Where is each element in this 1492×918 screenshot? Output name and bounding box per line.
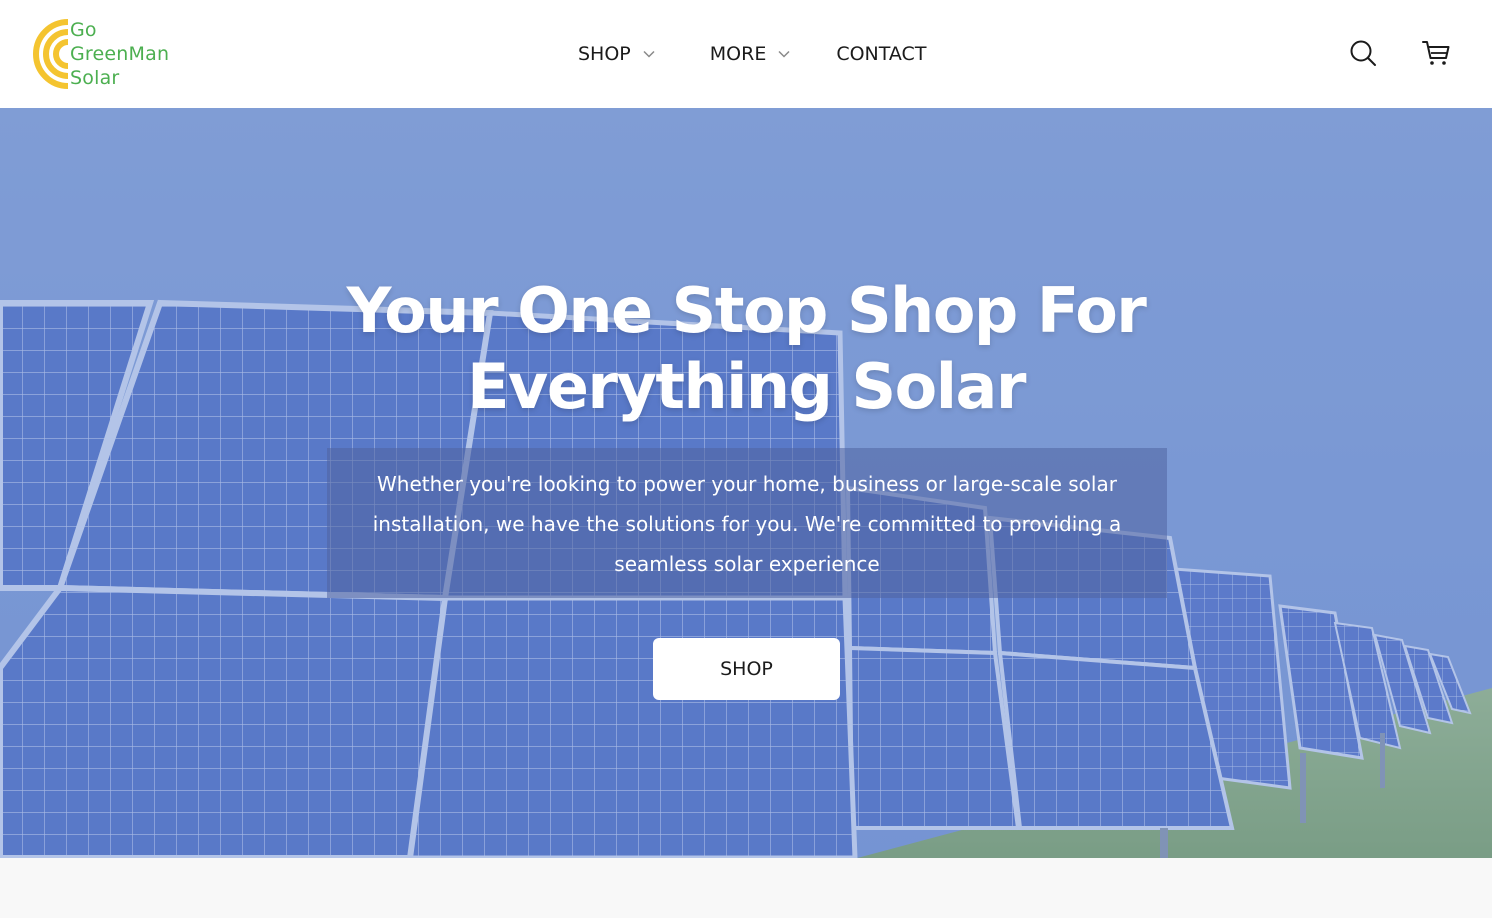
site-header: Go GreenMan Solar SHOP MORE CONTACT bbox=[0, 0, 1492, 108]
search-button[interactable] bbox=[1348, 38, 1378, 68]
logo-link[interactable]: Go GreenMan Solar bbox=[32, 18, 192, 90]
nav-item-contact[interactable]: CONTACT bbox=[836, 43, 926, 65]
logo-line-3: Solar bbox=[70, 67, 120, 89]
nav-item-shop[interactable]: SHOP bbox=[578, 43, 656, 65]
main-nav: SHOP MORE CONTACT bbox=[578, 38, 926, 70]
cart-icon bbox=[1422, 41, 1450, 65]
nav-item-label: MORE bbox=[709, 43, 767, 65]
chevron-down-icon bbox=[643, 50, 655, 58]
hero-description-box: Whether you're looking to power your hom… bbox=[327, 448, 1167, 598]
hero-description: Whether you're looking to power your hom… bbox=[372, 472, 1122, 576]
hero-title: Your One Stop Shop For Everything Solar bbox=[346, 274, 1147, 423]
nav-item-more[interactable]: MORE bbox=[710, 43, 792, 65]
cart-button[interactable] bbox=[1421, 38, 1451, 68]
content-section-top bbox=[0, 858, 1492, 918]
logo-wordmark: Go GreenMan Solar bbox=[70, 18, 169, 90]
logo-line-2: GreenMan bbox=[70, 43, 170, 65]
search-icon bbox=[1350, 40, 1376, 66]
logo-line-1: Go bbox=[70, 19, 97, 41]
nav-item-label: CONTACT bbox=[836, 43, 927, 65]
chevron-down-icon bbox=[778, 50, 790, 58]
hero-shop-button[interactable]: SHOP bbox=[653, 638, 840, 700]
nav-item-label: SHOP bbox=[578, 43, 631, 65]
hero-section: Your One Stop Shop For Everything Solar … bbox=[0, 108, 1492, 858]
